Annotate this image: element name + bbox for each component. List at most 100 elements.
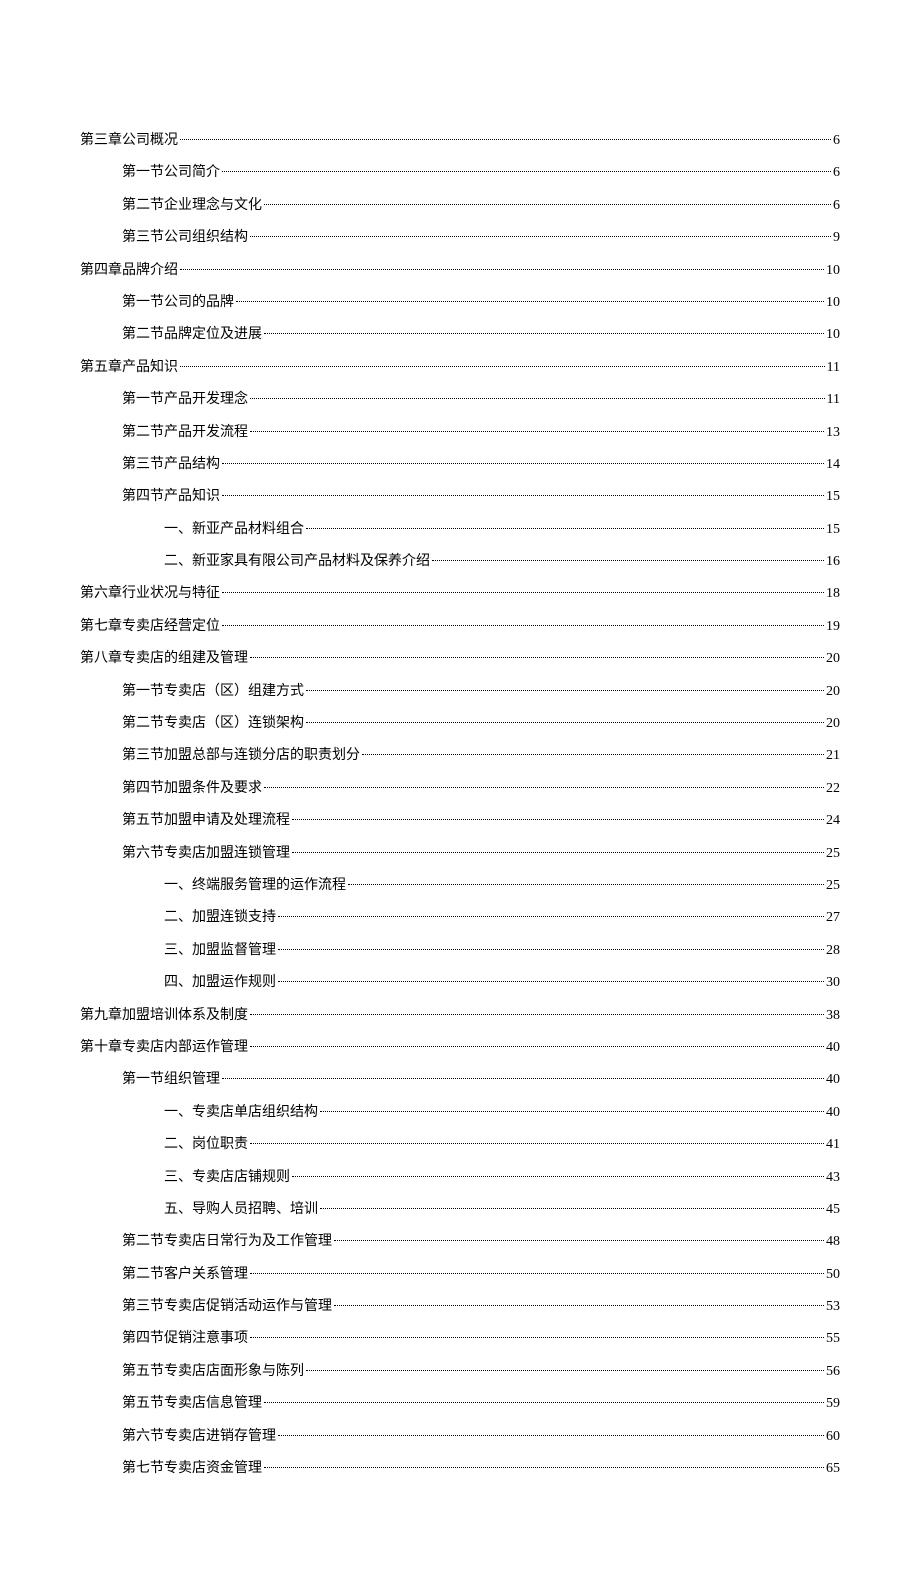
toc-entry-title: 第二节品牌定位及进展 xyxy=(122,324,262,346)
toc-entry-page: 65 xyxy=(826,1458,840,1480)
toc-entry[interactable]: 第六节专卖店加盟连锁管理25 xyxy=(80,843,840,865)
toc-entry[interactable]: 第二节企业理念与文化6 xyxy=(80,195,840,217)
toc-entry-title: 第三节公司组织结构 xyxy=(122,227,248,249)
toc-entry[interactable]: 第六章行业状况与特征18 xyxy=(80,583,840,605)
toc-entry-page: 38 xyxy=(826,1005,840,1027)
toc-entry[interactable]: 第四节产品知识15 xyxy=(80,486,840,508)
toc-entry-title: 第五章产品知识 xyxy=(80,357,178,379)
toc-entry-title: 第二节专卖店（区）连锁架构 xyxy=(122,713,304,735)
toc-entry-title: 一、新亚产品材料组合 xyxy=(164,519,304,541)
toc-entry[interactable]: 第五节专卖店店面形象与陈列56 xyxy=(80,1361,840,1383)
toc-entry[interactable]: 三、专卖店店铺规则 43 xyxy=(80,1167,840,1189)
toc-entry[interactable]: 第六节专卖店进销存管理60 xyxy=(80,1426,840,1448)
toc-entry[interactable]: 第二节品牌定位及进展 10 xyxy=(80,324,840,346)
toc-entry[interactable]: 第九章加盟培训体系及制度 38 xyxy=(80,1005,840,1027)
toc-leader-dots xyxy=(292,819,824,820)
toc-entry-title: 四、加盟运作规则 xyxy=(164,972,276,994)
toc-leader-dots xyxy=(292,1176,824,1177)
toc-entry[interactable]: 第七节专卖店资金管理65 xyxy=(80,1458,840,1480)
toc-leader-dots xyxy=(306,722,824,723)
toc-entry[interactable]: 四、加盟运作规则 30 xyxy=(80,972,840,994)
toc-entry[interactable]: 第一节专卖店（区）组建方式20 xyxy=(80,681,840,703)
toc-entry-title: 第六节专卖店加盟连锁管理 xyxy=(122,843,290,865)
toc-entry[interactable]: 第十章专卖店内部运作管理40 xyxy=(80,1037,840,1059)
toc-entry[interactable]: 第二节客户关系管理50 xyxy=(80,1264,840,1286)
toc-entry-title: 二、岗位职责 xyxy=(164,1134,248,1156)
toc-leader-dots xyxy=(278,949,824,950)
toc-leader-dots xyxy=(278,1435,824,1436)
toc-entry[interactable]: 二、加盟连锁支持 27 xyxy=(80,907,840,929)
toc-leader-dots xyxy=(222,171,831,172)
toc-leader-dots xyxy=(236,301,824,302)
toc-leader-dots xyxy=(250,431,824,432)
toc-entry[interactable]: 一、新亚产品材料组合15 xyxy=(80,519,840,541)
toc-entry-page: 20 xyxy=(826,713,840,735)
toc-leader-dots xyxy=(222,1078,824,1079)
toc-entry-page: 28 xyxy=(826,940,840,962)
toc-entry-title: 第一节组织管理 xyxy=(122,1069,220,1091)
toc-entry[interactable]: 二、岗位职责41 xyxy=(80,1134,840,1156)
toc-entry[interactable]: 一、专卖店单店组织结构40 xyxy=(80,1102,840,1124)
toc-entry[interactable]: 第五节加盟申请及处理流程24 xyxy=(80,810,840,832)
toc-entry-page: 11 xyxy=(827,357,840,379)
toc-entry[interactable]: 第三章公司概况6 xyxy=(80,130,840,152)
toc-entry[interactable]: 二、新亚家具有限公司产品材料及保养介绍16 xyxy=(80,551,840,573)
toc-entry-page: 24 xyxy=(826,810,840,832)
toc-entry-title: 第二节专卖店日常行为及工作管理 xyxy=(122,1231,332,1253)
toc-leader-dots xyxy=(348,884,824,885)
toc-entry-page: 15 xyxy=(826,486,840,508)
toc-entry-page: 18 xyxy=(826,583,840,605)
toc-entry[interactable]: 第四节促销注意事项55 xyxy=(80,1328,840,1350)
toc-leader-dots xyxy=(250,1337,824,1338)
toc-leader-dots xyxy=(264,204,831,205)
toc-entry-page: 27 xyxy=(826,907,840,929)
toc-entry-title: 第五节专卖店信息管理 xyxy=(122,1393,262,1415)
toc-entry-title: 三、专卖店店铺规则 xyxy=(164,1167,290,1189)
toc-leader-dots xyxy=(432,560,824,561)
toc-entry[interactable]: 第一节公司简介6 xyxy=(80,162,840,184)
toc-entry[interactable]: 第五节专卖店信息管理59 xyxy=(80,1393,840,1415)
toc-entry-title: 第二节企业理念与文化 xyxy=(122,195,262,217)
toc-entry-page: 53 xyxy=(826,1296,840,1318)
toc-entry[interactable]: 第一节组织管理40 xyxy=(80,1069,840,1091)
toc-entry-page: 22 xyxy=(826,778,840,800)
toc-entry-title: 第三章公司概况 xyxy=(80,130,178,152)
toc-entry[interactable]: 第三节公司组织结构 9 xyxy=(80,227,840,249)
toc-entry-title: 二、加盟连锁支持 xyxy=(164,907,276,929)
toc-entry[interactable]: 第七章专卖店经营定位19 xyxy=(80,616,840,638)
toc-entry-page: 48 xyxy=(826,1231,840,1253)
toc-leader-dots xyxy=(278,916,824,917)
toc-entry-page: 13 xyxy=(826,422,840,444)
toc-entry[interactable]: 三、加盟监督管理 28 xyxy=(80,940,840,962)
toc-entry-title: 第二节产品开发流程 xyxy=(122,422,248,444)
toc-leader-dots xyxy=(306,1370,824,1371)
toc-entry[interactable]: 第四章品牌介绍10 xyxy=(80,260,840,282)
toc-leader-dots xyxy=(180,269,824,270)
toc-leader-dots xyxy=(264,333,824,334)
toc-entry-page: 40 xyxy=(826,1037,840,1059)
toc-leader-dots xyxy=(334,1305,824,1306)
toc-entry[interactable]: 第三节加盟总部与连锁分店的职责划分21 xyxy=(80,745,840,767)
toc-entry-title: 第九章加盟培训体系及制度 xyxy=(80,1005,248,1027)
toc-entry[interactable]: 第三节产品结构14 xyxy=(80,454,840,476)
toc-entry-page: 9 xyxy=(833,227,840,249)
toc-entry[interactable]: 第一节公司的品牌10 xyxy=(80,292,840,314)
toc-entry[interactable]: 一、终端服务管理的运作流程25 xyxy=(80,875,840,897)
toc-entry[interactable]: 第二节专卖店（区）连锁架构 20 xyxy=(80,713,840,735)
toc-entry[interactable]: 第二节产品开发流程 13 xyxy=(80,422,840,444)
toc-entry-page: 43 xyxy=(826,1167,840,1189)
toc-entry-page: 30 xyxy=(826,972,840,994)
toc-entry[interactable]: 第八章专卖店的组建及管理20 xyxy=(80,648,840,670)
toc-entry[interactable]: 第三节专卖店促销活动运作与管理53 xyxy=(80,1296,840,1318)
toc-entry[interactable]: 第一节产品开发理念11 xyxy=(80,389,840,411)
toc-entry-page: 10 xyxy=(826,324,840,346)
toc-entry[interactable]: 第二节专卖店日常行为及工作管理 48 xyxy=(80,1231,840,1253)
toc-entry-title: 第四节促销注意事项 xyxy=(122,1328,248,1350)
toc-entry-title: 三、加盟监督管理 xyxy=(164,940,276,962)
toc-leader-dots xyxy=(222,592,824,593)
toc-entry[interactable]: 五、导购人员招聘、培训45 xyxy=(80,1199,840,1221)
toc-entry-page: 60 xyxy=(826,1426,840,1448)
toc-entry[interactable]: 第五章产品知识 11 xyxy=(80,357,840,379)
toc-entry-page: 45 xyxy=(826,1199,840,1221)
toc-entry[interactable]: 第四节加盟条件及要求22 xyxy=(80,778,840,800)
